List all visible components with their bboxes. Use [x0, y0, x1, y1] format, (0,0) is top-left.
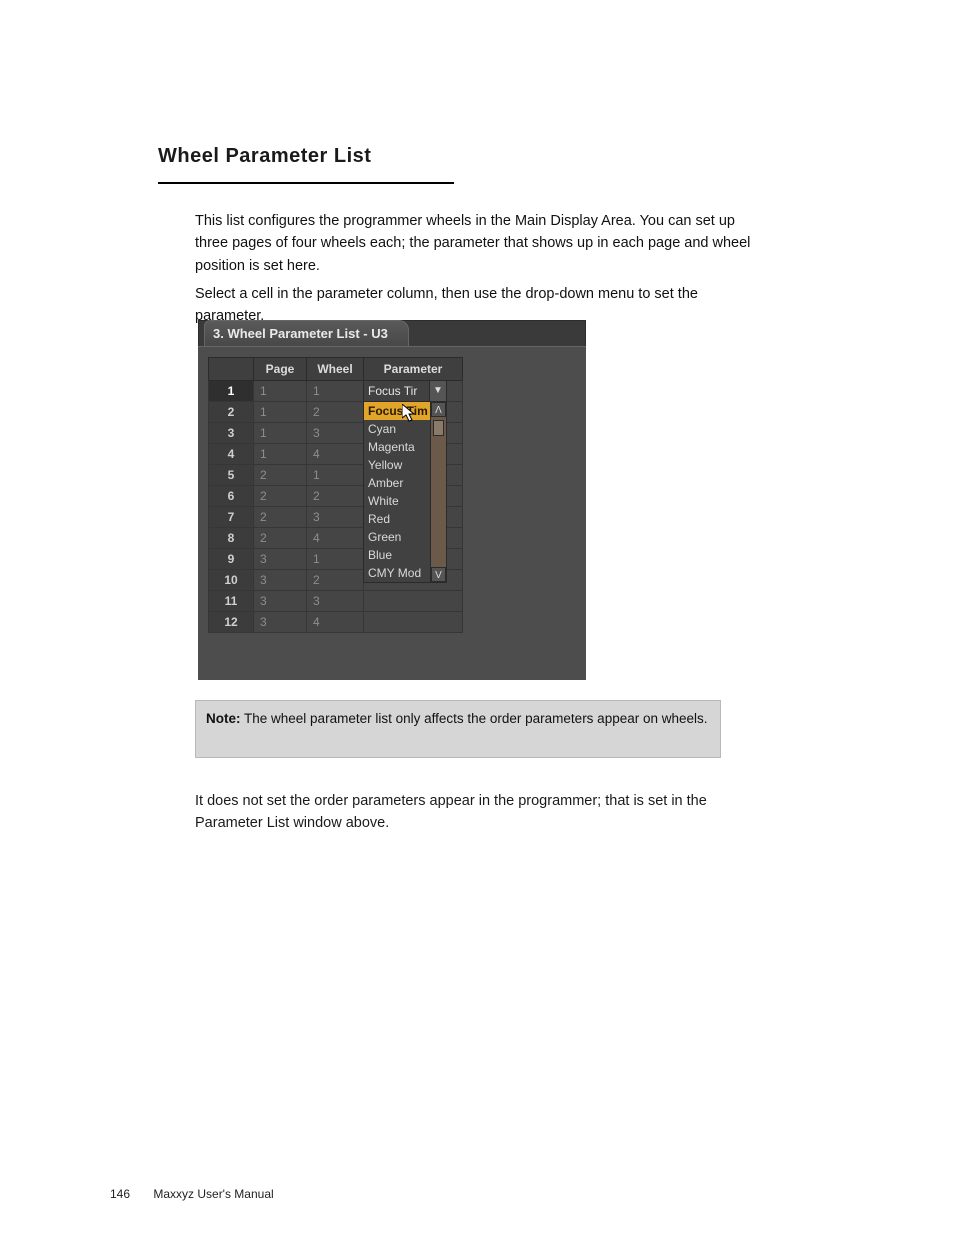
- window-body: Page Wheel Parameter 1 1 1: [198, 346, 586, 680]
- note-label: Note:: [206, 711, 241, 726]
- footer-title: Maxxyz User's Manual: [153, 1187, 273, 1201]
- scroll-thumb[interactable]: [433, 420, 444, 436]
- page-number: 146: [110, 1187, 150, 1201]
- cell-wheel[interactable]: 2: [307, 570, 364, 591]
- row-number: 6: [209, 486, 254, 507]
- parameter-dropdown[interactable]: Focus Tir ▼ Focus Tim Cyan Magenta Yello…: [363, 380, 447, 583]
- cell-wheel[interactable]: 2: [307, 402, 364, 423]
- cell-wheel[interactable]: 1: [307, 381, 364, 402]
- cell-wheel[interactable]: 4: [307, 612, 364, 633]
- cell-wheel[interactable]: 1: [307, 465, 364, 486]
- row-number: 4: [209, 444, 254, 465]
- cell-parameter[interactable]: [364, 612, 463, 633]
- scroll-down-icon[interactable]: V: [431, 567, 446, 582]
- cell-page[interactable]: 1: [254, 444, 307, 465]
- row-number: 2: [209, 402, 254, 423]
- chevron-down-icon[interactable]: ▼: [429, 381, 446, 401]
- cell-page[interactable]: 3: [254, 549, 307, 570]
- table-row[interactable]: 11 3 3: [209, 591, 463, 612]
- dropdown-list[interactable]: Focus Tim Cyan Magenta Yellow Amber Whit…: [363, 402, 447, 583]
- cell-page[interactable]: 2: [254, 528, 307, 549]
- cell-page[interactable]: 2: [254, 507, 307, 528]
- cell-page[interactable]: 3: [254, 591, 307, 612]
- cell-wheel[interactable]: 4: [307, 444, 364, 465]
- row-number: 11: [209, 591, 254, 612]
- scroll-up-icon[interactable]: Λ: [431, 402, 446, 417]
- grid-header-rownum: [209, 358, 254, 381]
- dropdown-selected-text: Focus Tir: [368, 384, 417, 398]
- dropdown-selected[interactable]: Focus Tir ▼: [363, 380, 447, 402]
- cell-wheel[interactable]: 3: [307, 507, 364, 528]
- section-heading: Wheel Parameter List: [158, 145, 371, 168]
- body-paragraph-1: This list configures the programmer whee…: [195, 210, 755, 277]
- section-rule: [158, 182, 454, 184]
- cell-page[interactable]: 2: [254, 465, 307, 486]
- row-number: 5: [209, 465, 254, 486]
- row-number: 3: [209, 423, 254, 444]
- note-text: The wheel parameter list only affects th…: [244, 711, 708, 726]
- cell-page[interactable]: 3: [254, 612, 307, 633]
- cell-page[interactable]: 1: [254, 381, 307, 402]
- row-number: 10: [209, 570, 254, 591]
- page-footer: 146 Maxxyz User's Manual: [0, 1187, 954, 1201]
- note-box: Note: The wheel parameter list only affe…: [195, 700, 721, 758]
- cell-wheel[interactable]: 3: [307, 423, 364, 444]
- screenshot-wheel-parameter-list: 3. Wheel Parameter List - U3 Page Wheel …: [198, 320, 586, 680]
- cell-page[interactable]: 3: [254, 570, 307, 591]
- body-paragraph-3: It does not set the order parameters app…: [195, 790, 755, 835]
- cell-parameter[interactable]: [364, 591, 463, 612]
- grid-header-wheel[interactable]: Wheel: [307, 358, 364, 381]
- cell-page[interactable]: 1: [254, 402, 307, 423]
- grid-header-page[interactable]: Page: [254, 358, 307, 381]
- row-number: 9: [209, 549, 254, 570]
- window-tab-title[interactable]: 3. Wheel Parameter List - U3: [204, 320, 409, 347]
- dropdown-scrollbar[interactable]: Λ V: [430, 402, 446, 582]
- row-number: 1: [209, 381, 254, 402]
- row-number: 7: [209, 507, 254, 528]
- cell-wheel[interactable]: 4: [307, 528, 364, 549]
- row-number: 8: [209, 528, 254, 549]
- table-row[interactable]: 12 3 4: [209, 612, 463, 633]
- cell-page[interactable]: 1: [254, 423, 307, 444]
- cell-wheel[interactable]: 3: [307, 591, 364, 612]
- row-number: 12: [209, 612, 254, 633]
- grid-header-parameter[interactable]: Parameter: [364, 358, 463, 381]
- cell-wheel[interactable]: 2: [307, 486, 364, 507]
- cell-page[interactable]: 2: [254, 486, 307, 507]
- cell-wheel[interactable]: 1: [307, 549, 364, 570]
